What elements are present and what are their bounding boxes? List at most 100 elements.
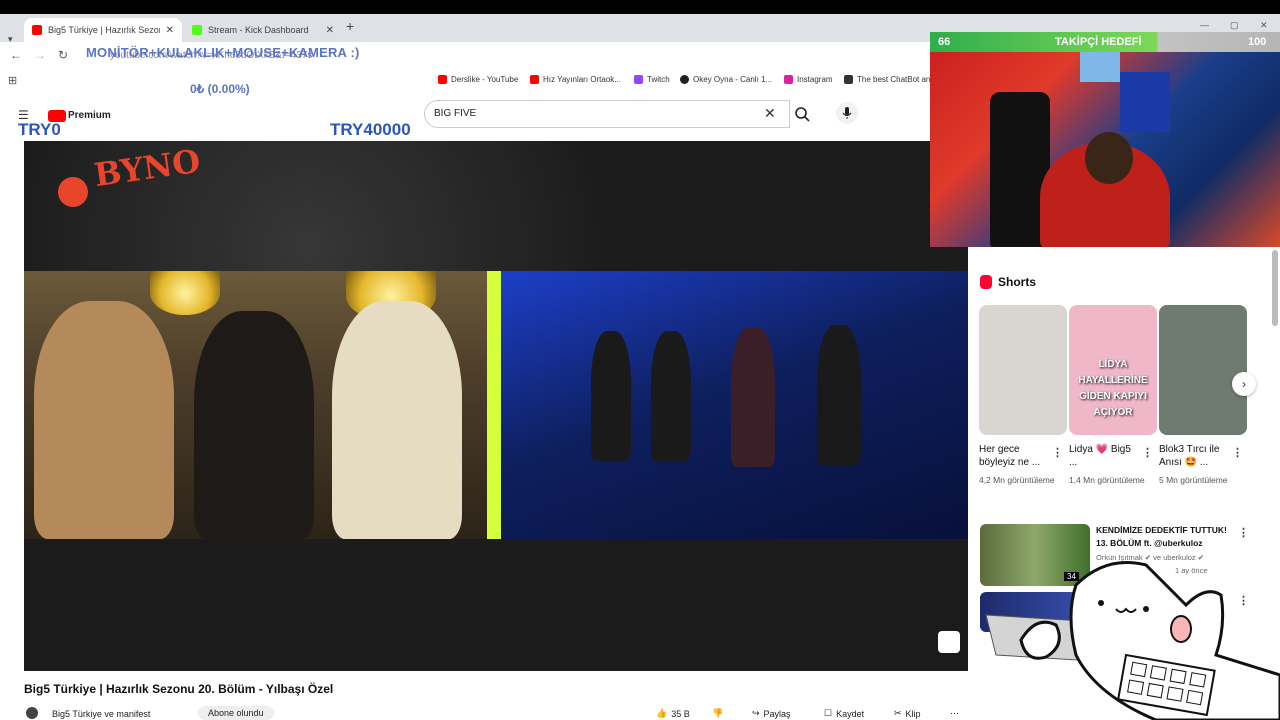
bookmark-item[interactable]: Derslike - YouTube (438, 75, 518, 84)
kick-favicon-icon (192, 25, 202, 35)
video-panel-stage (501, 271, 968, 539)
short-title[interactable]: Blok3 Tırcı ile Anısı 🤩 ... (1159, 443, 1231, 469)
short-title[interactable]: Lidya 💗 Big5 ... (1069, 443, 1141, 469)
webcam-poster (1120, 72, 1170, 132)
dancer-figure (817, 325, 861, 465)
stream-goal-title: MONİTÖR+KULAKLIK+MOUSE+KAMERA :) (86, 45, 360, 60)
bookmark-item[interactable]: Hız Yayınları Ortaok... (530, 75, 621, 84)
donation-progress-text: 0₺ (0.00%) (190, 82, 250, 96)
okey-icon (680, 75, 689, 84)
short-thumbnail[interactable] (979, 305, 1067, 435)
more-actions-button[interactable]: ⋯ (950, 708, 959, 719)
minimize-icon[interactable]: — (1200, 20, 1209, 30)
channel-row: Big5 Türkiye ve manifest Abone olundu 👍 3… (24, 706, 968, 720)
maximize-icon[interactable]: ▢ (1230, 20, 1239, 31)
bookmark-label: Okey Oyna - Canlı 1... (693, 75, 773, 84)
thumbs-up-icon: 👍 (656, 708, 668, 718)
tab-youtube[interactable]: Big5 Türkiye | Hazırlık Sezon ✕ (24, 18, 182, 42)
short-title[interactable]: Her gece böyleyiz ne ... (979, 443, 1051, 469)
clip-label: Klip (905, 708, 921, 719)
bookmark-item[interactable]: The best ChatBot an... (844, 75, 937, 84)
youtube-icon (438, 75, 447, 84)
dancer-figure (731, 327, 775, 467)
new-tab-button[interactable]: + (346, 18, 354, 34)
search-input[interactable]: BIG FIVE (434, 108, 476, 119)
short-overlay-text: LİDYA HAYALLERİNE GİDEN KAPIYI AÇIYOR (1078, 359, 1148, 418)
follower-current: 66 (938, 36, 951, 48)
more-options-icon[interactable]: ⋮ (1142, 446, 1153, 459)
video-player[interactable]: BYNO (24, 141, 968, 671)
like-count: 35 B (671, 708, 690, 719)
follower-goal-label: TAKİPÇİ HEDEFİ (1055, 36, 1142, 48)
short-views: 4,2 Mn görüntüleme (979, 475, 1055, 485)
panel-divider (487, 271, 501, 539)
more-options-icon[interactable]: ⋮ (1232, 446, 1243, 459)
bookmarks-bar: ⊞ Derslike - YouTube Hız Yayınları Ortao… (0, 72, 937, 92)
twitch-icon (634, 75, 643, 84)
youtube-favicon-icon (32, 25, 42, 35)
tab-youtube-label: Big5 Türkiye | Hazırlık Sezon (48, 25, 160, 35)
back-arrow-icon[interactable]: ← (10, 48, 22, 62)
dislike-button[interactable]: 👎 (712, 708, 723, 719)
show-logo-mark (58, 177, 88, 207)
close-icon[interactable]: ✕ (166, 25, 174, 36)
tab-kick-dashboard[interactable]: Stream - Kick Dashboard ✕ (184, 18, 342, 42)
thumbs-down-icon: 👎 (712, 708, 724, 718)
sidebar-scrollbar[interactable] (1272, 250, 1278, 326)
channel-name[interactable]: Big5 Türkiye ve manifest (52, 709, 150, 719)
dancer-figure (651, 331, 691, 461)
bookmark-item[interactable]: Twitch (634, 75, 670, 84)
scissors-icon: ✂ (894, 708, 902, 718)
dancer-figure (591, 331, 631, 461)
short-thumbnail[interactable] (1159, 305, 1247, 435)
host-figure (34, 301, 174, 539)
subscribe-button[interactable]: Abone olundu (198, 706, 274, 720)
streamer-head (1085, 132, 1133, 184)
player-control-button[interactable] (938, 631, 960, 653)
more-options-icon[interactable]: ⋮ (1238, 526, 1249, 539)
channel-avatar[interactable] (26, 707, 38, 719)
bookmark-label: Hız Yayınları Ortaok... (543, 75, 621, 84)
shorts-next-arrow-icon[interactable]: › (1232, 372, 1256, 396)
voice-search-button[interactable] (836, 102, 858, 124)
window-close-icon[interactable]: ✕ (1260, 20, 1268, 31)
bookmark-label: Twitch (647, 75, 670, 84)
forward-arrow-icon[interactable]: → (34, 48, 46, 62)
premium-label: Premium (68, 110, 111, 121)
bongo-cat-overlay (985, 561, 1280, 720)
clear-search-icon[interactable]: ✕ (764, 105, 776, 122)
webcam-shelf (1080, 52, 1120, 82)
share-label: Paylaş (763, 708, 791, 719)
shorts-heading-label: Shorts (998, 275, 1037, 289)
save-label: Kaydet (836, 708, 865, 719)
like-button[interactable]: 👍 35 B (656, 708, 690, 719)
more-options-icon[interactable]: ⋮ (1052, 446, 1063, 459)
donation-goal-target: TRY40000 (330, 120, 411, 139)
save-button[interactable]: ☐ Kaydet (824, 708, 864, 719)
share-icon: ↪ (752, 708, 760, 718)
save-icon: ☐ (824, 708, 833, 718)
bookmark-label: Derslike - YouTube (451, 75, 519, 84)
video-title: Big5 Türkiye | Hazırlık Sezonu 20. Bölüm… (24, 682, 334, 696)
host-figure (194, 311, 314, 539)
short-thumbnail[interactable]: LİDYA HAYALLERİNE GİDEN KAPIYI AÇIYOR (1069, 305, 1157, 435)
apps-grid-icon[interactable]: ⊞ (8, 74, 17, 87)
share-button[interactable]: ↪ Paylaş (752, 708, 791, 719)
bookmark-item[interactable]: Instagram (784, 75, 833, 84)
donation-goal-current: TRY0 (18, 120, 61, 139)
clip-button[interactable]: ✂ Klip (894, 708, 921, 719)
video-panel-studio (24, 271, 490, 539)
search-icon[interactable] (790, 100, 814, 128)
instagram-icon (784, 75, 793, 84)
search-box[interactable] (424, 100, 790, 128)
screen-top-border (0, 0, 1280, 14)
bookmark-item[interactable]: Okey Oyna - Canlı 1... (680, 75, 772, 84)
reload-icon[interactable]: ↻ (58, 48, 68, 62)
webcam-overlay (930, 32, 1280, 247)
short-views: 5 Mn görüntüleme (1159, 475, 1228, 485)
shorts-icon (980, 275, 992, 289)
bookmark-label: Instagram (797, 75, 833, 84)
follower-target: 100 (1248, 36, 1267, 48)
lamp-shape (150, 271, 220, 315)
close-icon[interactable]: ✕ (326, 25, 334, 36)
